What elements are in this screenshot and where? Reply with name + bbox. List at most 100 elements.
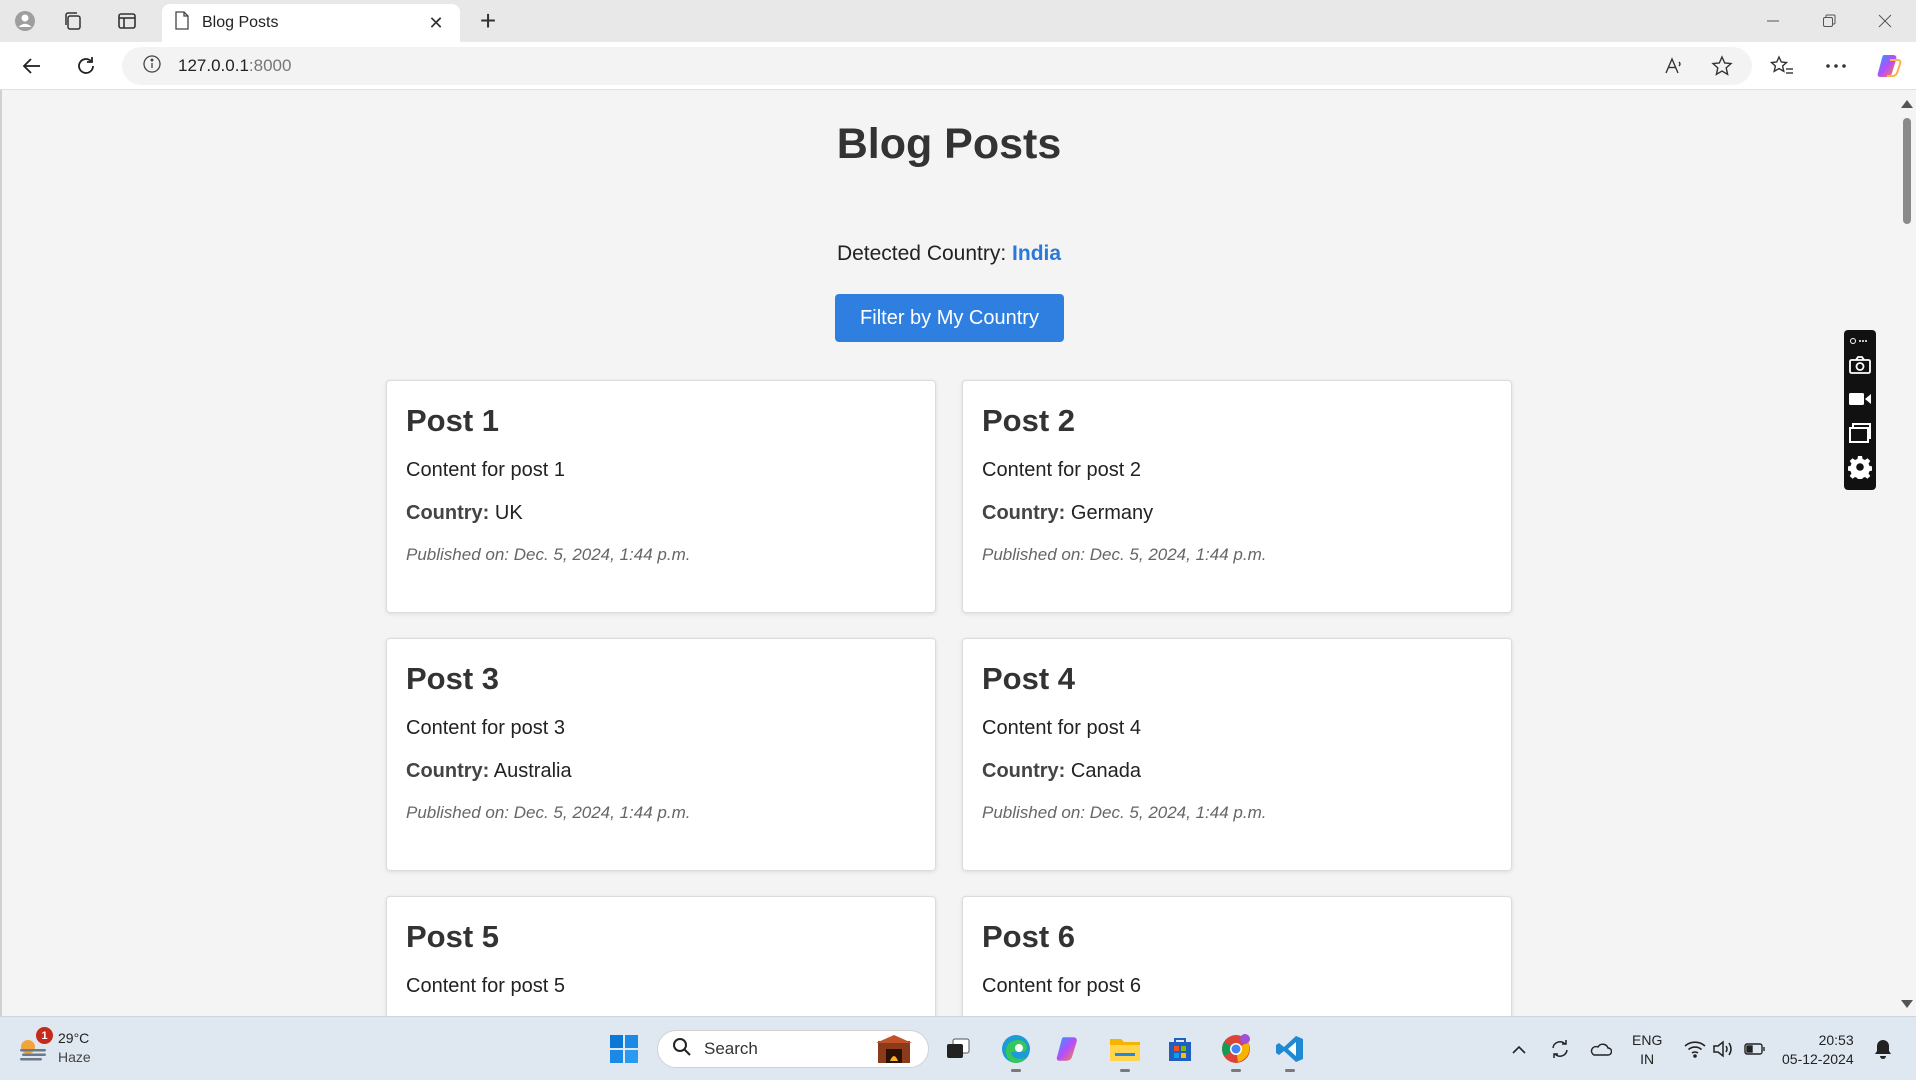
- favorites-icon[interactable]: [1764, 49, 1800, 83]
- scroll-up-arrow[interactable]: [1901, 100, 1913, 108]
- favorite-star-icon[interactable]: [1704, 49, 1740, 83]
- url-host: 127.0.0.1: [178, 56, 249, 75]
- window-icon[interactable]: [1845, 416, 1875, 450]
- capture-toolbar: [1844, 330, 1876, 490]
- post-card: Post 4 Content for post 4 Country: Canad…: [962, 638, 1512, 871]
- post-content: Content for post 4: [982, 717, 1141, 739]
- page-icon: [174, 11, 190, 35]
- scroll-down-arrow[interactable]: [1901, 1000, 1913, 1008]
- wifi-icon[interactable]: [1682, 1029, 1708, 1069]
- country-value: Germany: [1070, 502, 1154, 524]
- search-icon: [672, 1037, 692, 1062]
- active-tab[interactable]: Blog Posts ✕: [162, 4, 460, 42]
- refresh-icon[interactable]: [68, 49, 104, 83]
- sync-icon[interactable]: [1546, 1029, 1574, 1069]
- vscode-icon[interactable]: [1270, 1029, 1310, 1072]
- gear-icon[interactable]: [1845, 450, 1875, 484]
- post-published: Published on: Dec. 5, 2024, 1:44 p.m.: [406, 545, 691, 564]
- app-running-indicator: [1011, 1069, 1021, 1072]
- post-title: Post 1: [406, 403, 500, 438]
- post-card: Post 6 Content for post 6: [962, 896, 1512, 1016]
- country-value: UK: [494, 502, 523, 524]
- page-scrollbar[interactable]: [1896, 90, 1916, 1016]
- country-value: Canada: [1070, 760, 1141, 782]
- chevron-up-icon[interactable]: [1506, 1029, 1532, 1069]
- url-port: :8000: [248, 56, 292, 75]
- taskbar-search[interactable]: Search: [657, 1030, 929, 1068]
- battery-icon[interactable]: [1742, 1029, 1768, 1069]
- post-title: Post 4: [982, 661, 1076, 696]
- language-indicator[interactable]: ENG IN: [1632, 1031, 1662, 1069]
- more-icon[interactable]: [1818, 49, 1854, 83]
- country-label: Country:: [406, 502, 490, 524]
- bell-icon[interactable]: [1870, 1029, 1896, 1069]
- address-bar[interactable]: 127.0.0.1:8000: [122, 47, 1752, 85]
- browser-toolbar: 127.0.0.1:8000: [0, 42, 1916, 90]
- edge-icon[interactable]: [996, 1029, 1036, 1072]
- info-icon[interactable]: [142, 54, 162, 79]
- post-published: Published on: Dec. 5, 2024, 1:44 p.m.: [406, 803, 691, 822]
- post-content: Content for post 3: [406, 717, 565, 739]
- collections-icon[interactable]: [56, 6, 90, 36]
- weather-condition: Haze: [58, 1049, 91, 1065]
- vertical-tabs-icon[interactable]: [110, 6, 144, 36]
- post-card: Post 5 Content for post 5: [386, 896, 936, 1016]
- back-icon[interactable]: [14, 49, 50, 83]
- app-running-indicator: [1120, 1069, 1130, 1072]
- weather-widget[interactable]: 1 29°C Haze: [18, 1027, 91, 1067]
- chrome-icon[interactable]: [1216, 1029, 1256, 1072]
- app-running-indicator: [1285, 1069, 1295, 1072]
- store-icon[interactable]: [1160, 1029, 1200, 1069]
- profile-icon[interactable]: [8, 6, 42, 36]
- post-content: Content for post 6: [982, 975, 1141, 997]
- post-published: Published on: Dec. 5, 2024, 1:44 p.m.: [982, 545, 1267, 564]
- app-running-indicator: [1231, 1069, 1241, 1072]
- post-title: Post 6: [982, 919, 1076, 954]
- post-country: Country: Canada: [982, 760, 1492, 783]
- video-icon[interactable]: [1845, 382, 1875, 416]
- window-close-icon[interactable]: [1857, 0, 1913, 42]
- windows-start-icon[interactable]: [604, 1029, 644, 1069]
- file-explorer-icon[interactable]: [1105, 1029, 1145, 1072]
- system-clock[interactable]: 20:53 05-12-2024: [1782, 1031, 1854, 1069]
- post-content: Content for post 1: [406, 459, 565, 481]
- weather-temp: 29°C: [58, 1030, 90, 1046]
- restore-icon[interactable]: [1801, 0, 1857, 42]
- post-title: Post 3: [406, 661, 500, 696]
- post-published: Published on: Dec. 5, 2024, 1:44 p.m.: [982, 803, 1267, 822]
- copilot-taskbar-icon[interactable]: [1050, 1029, 1090, 1069]
- page-title: Blog Posts: [836, 120, 1062, 168]
- detected-country-label: Detected Country:: [836, 242, 1013, 265]
- copilot-icon[interactable]: [1872, 49, 1908, 83]
- country-label: Country:: [406, 760, 490, 782]
- post-card: Post 3 Content for post 3 Country: Austr…: [386, 638, 936, 871]
- capture-toolbar-handle[interactable]: [1850, 334, 1870, 348]
- post-content: Content for post 5: [406, 975, 565, 997]
- post-card: Post 1 Content for post 1 Country: UK Pu…: [386, 380, 936, 613]
- tab-strip: Blog Posts ✕ +: [0, 0, 1916, 42]
- minimize-icon[interactable]: [1745, 0, 1801, 42]
- language-code: ENG: [1632, 1032, 1663, 1048]
- scrollbar-thumb[interactable]: [1903, 118, 1911, 224]
- detected-country-line: Detected Country: India: [2, 242, 1896, 266]
- post-country: Country: Germany: [982, 502, 1492, 525]
- filter-by-country-button[interactable]: Filter by My Country: [835, 294, 1064, 342]
- close-icon[interactable]: ✕: [424, 11, 448, 35]
- clock-time: 20:53: [1818, 1032, 1854, 1048]
- onedrive-icon[interactable]: [1586, 1029, 1614, 1069]
- camera-icon[interactable]: [1845, 348, 1875, 382]
- post-country: Country: UK: [406, 502, 916, 525]
- post-title: Post 5: [406, 919, 500, 954]
- country-label: Country:: [982, 502, 1066, 524]
- task-view-icon[interactable]: [938, 1029, 978, 1069]
- tab-title: Blog Posts: [202, 14, 279, 31]
- search-highlight-icon: [874, 1035, 914, 1070]
- volume-icon[interactable]: [1710, 1029, 1736, 1069]
- post-country: Country: Australia: [406, 760, 916, 783]
- new-tab-icon[interactable]: +: [470, 5, 506, 36]
- country-label: Country:: [982, 760, 1066, 782]
- read-aloud-icon[interactable]: [1656, 49, 1692, 83]
- post-content: Content for post 2: [982, 459, 1141, 481]
- region-code: IN: [1640, 1051, 1655, 1067]
- search-placeholder: Search: [704, 1039, 758, 1058]
